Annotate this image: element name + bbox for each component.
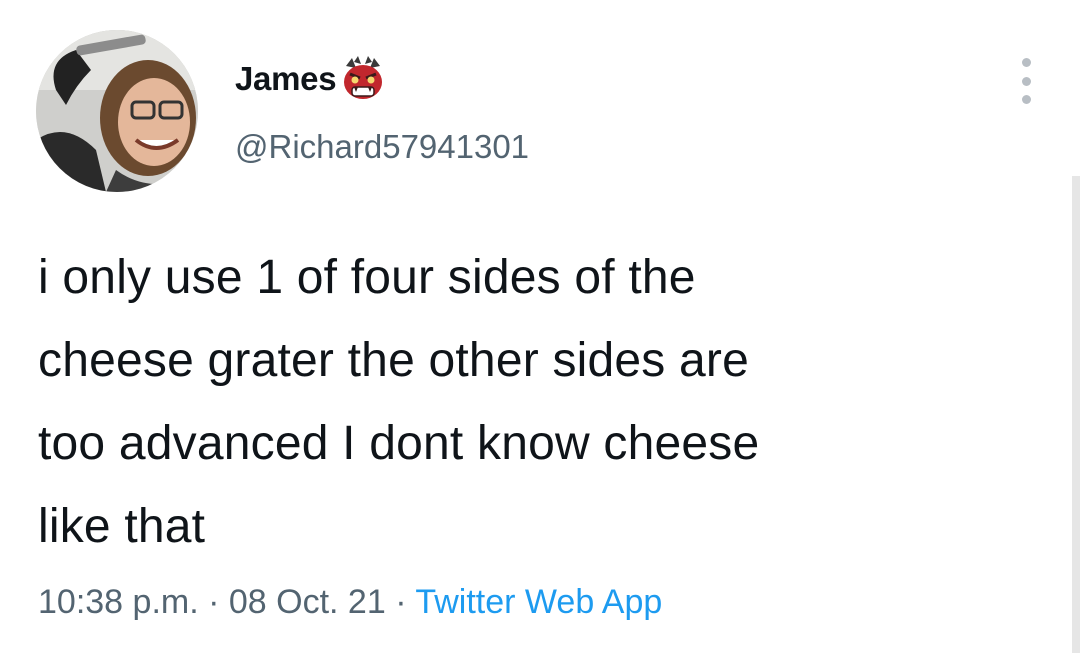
avatar[interactable] bbox=[36, 30, 198, 192]
ogre-mask-icon bbox=[340, 56, 386, 102]
more-dot-icon bbox=[1021, 76, 1031, 86]
avatar-photo bbox=[36, 30, 198, 192]
tweet-text-line: cheese grater the other sides are bbox=[38, 334, 750, 387]
tweet-text-line: too advanced I dont know cheese bbox=[38, 417, 760, 470]
display-name[interactable]: James bbox=[235, 60, 337, 98]
tweet-source-link[interactable]: Twitter Web App bbox=[415, 583, 662, 621]
meta-separator: · bbox=[385, 583, 416, 621]
scrollbar[interactable] bbox=[1072, 176, 1080, 653]
tweet-text: i only use 1 of four sides of the cheese… bbox=[38, 236, 1038, 568]
more-options-button[interactable] bbox=[1014, 58, 1038, 104]
tweet-text-line: i only use 1 of four sides of the bbox=[38, 251, 696, 304]
tweet-date[interactable]: 08 Oct. 21 bbox=[229, 583, 386, 621]
more-dot-icon bbox=[1021, 58, 1031, 67]
author-handle[interactable]: @Richard57941301 bbox=[235, 128, 529, 166]
author-name-row[interactable]: James bbox=[235, 56, 386, 102]
tweet-text-line: like that bbox=[38, 500, 206, 553]
more-dot-icon bbox=[1021, 95, 1031, 104]
tweet-metadata: 10:38 p.m. · 08 Oct. 21 · Twitter Web Ap… bbox=[38, 583, 662, 622]
meta-separator: · bbox=[198, 583, 229, 621]
tweet-card: James @Richard57941301 i only use 1 of f… bbox=[0, 0, 1080, 653]
tweet-time[interactable]: 10:38 p.m. bbox=[38, 583, 199, 621]
